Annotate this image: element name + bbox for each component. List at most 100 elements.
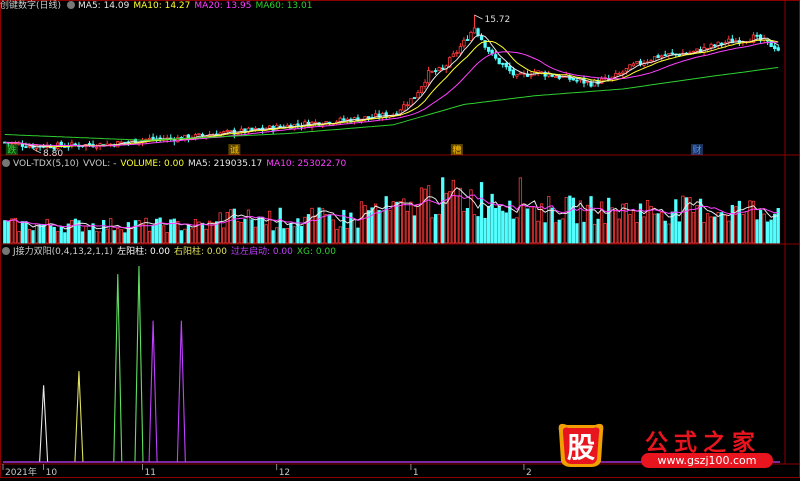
svg-text:股: 股	[567, 431, 595, 464]
volume-bar	[59, 226, 63, 244]
volume-bar	[45, 218, 49, 244]
candle	[621, 70, 625, 78]
volume-bar	[652, 213, 657, 244]
candle	[91, 140, 95, 148]
volume-bar	[275, 227, 279, 244]
volume-bar	[176, 220, 180, 244]
volume-bar	[727, 220, 731, 244]
volume-bar	[84, 225, 88, 244]
volume-bar	[384, 196, 388, 244]
volume-bar	[264, 224, 268, 244]
volume-bar	[773, 213, 777, 244]
volume-bar	[571, 197, 576, 244]
chart-svg[interactable]: 15.728.80跌诚糟财2021年 10 11 12 1 2	[0, 0, 800, 478]
x-tick-label: 2021年	[5, 466, 37, 478]
candle	[342, 115, 346, 122]
signal-spike	[113, 274, 123, 463]
volume-bar	[338, 226, 342, 244]
volume-bar	[17, 231, 21, 244]
volume-bar	[324, 214, 328, 244]
candle	[582, 75, 586, 88]
ma60-line	[4, 67, 779, 141]
volume-bar	[6, 221, 10, 244]
volume-bar	[741, 213, 745, 244]
settings-icon[interactable]	[67, 1, 76, 9]
volume-bar	[299, 226, 304, 244]
volume-bar	[34, 223, 39, 244]
volume-bar	[193, 219, 198, 244]
volume-bar	[10, 218, 14, 244]
volume-bar	[695, 205, 699, 244]
volume-bar	[285, 227, 289, 244]
candle	[617, 71, 621, 75]
event-marker: 跌	[5, 144, 18, 156]
volume-bar	[352, 218, 357, 244]
candle	[635, 60, 639, 65]
volume-bar	[518, 177, 523, 244]
volume-bar	[423, 188, 427, 244]
vol-ma10-label: MA10: 253022.70	[266, 159, 347, 169]
volume-bar	[94, 230, 99, 244]
signal-panel-header: J接力双阳(0,4,13,2,1,1) 左阳柱: 0.00 右阳柱: 0.00 过左启…	[0, 246, 340, 258]
volume-bar	[116, 227, 120, 244]
volume-bar	[543, 222, 547, 244]
volume-bar	[147, 230, 152, 244]
svg-text:糟: 糟	[452, 144, 461, 156]
volume-bar	[691, 211, 696, 244]
watermark-url[interactable]: www.gszj100.com	[641, 453, 773, 468]
candle	[229, 130, 233, 133]
volume-bar	[631, 209, 636, 244]
volume-bar	[635, 222, 639, 244]
volume-bar	[511, 218, 515, 244]
volume-bar	[320, 208, 325, 244]
volume-bar	[730, 204, 734, 244]
volume-bar	[70, 220, 74, 244]
signal-spike	[148, 320, 158, 463]
x-tick-label: 2	[526, 468, 532, 478]
volume-bar	[402, 198, 406, 244]
ma5-line	[4, 34, 779, 148]
volume-bar	[183, 228, 187, 244]
volume-bar	[3, 220, 7, 244]
volume-bar	[522, 203, 526, 244]
volume-bar	[776, 208, 780, 244]
x-tick-label: 10	[46, 468, 58, 478]
volume-bar	[243, 218, 247, 244]
volume-bar	[73, 218, 78, 244]
volume-bar	[426, 185, 431, 244]
candle	[426, 66, 431, 86]
volume-bar	[674, 199, 678, 244]
volume-bar	[137, 220, 141, 244]
volume-bar	[292, 226, 297, 244]
chart-stage[interactable]: 15.72 8.80 跌诚糟财 2021年 10 11 12 1 2	[0, 0, 800, 478]
volume-bar	[677, 221, 681, 244]
volume-bar	[98, 231, 102, 244]
candle	[776, 44, 780, 52]
svg-text:财: 财	[692, 144, 701, 156]
volume-bar	[494, 207, 498, 244]
candle	[419, 86, 424, 95]
settings-icon[interactable]	[2, 159, 10, 167]
volume-bar	[38, 224, 42, 244]
volume-bar	[63, 232, 67, 244]
volume-bar	[600, 201, 604, 244]
candle	[472, 14, 477, 34]
volume-bar	[52, 226, 56, 244]
volume-bar	[688, 197, 692, 244]
candle	[479, 33, 484, 41]
candle	[423, 79, 427, 90]
volume-bar	[158, 217, 162, 244]
candle	[197, 133, 201, 136]
volume-bar	[575, 223, 579, 244]
signal-spike	[134, 266, 144, 463]
candle	[246, 126, 251, 134]
event-marker: 财	[691, 144, 704, 156]
volume-bar	[621, 203, 625, 244]
volume-bar	[762, 213, 766, 244]
volume-bar	[123, 232, 127, 244]
volume-bar	[497, 205, 501, 244]
volume-bar	[525, 208, 530, 244]
candle	[430, 70, 434, 74]
settings-icon[interactable]	[2, 247, 10, 255]
volume-bar	[405, 210, 410, 244]
